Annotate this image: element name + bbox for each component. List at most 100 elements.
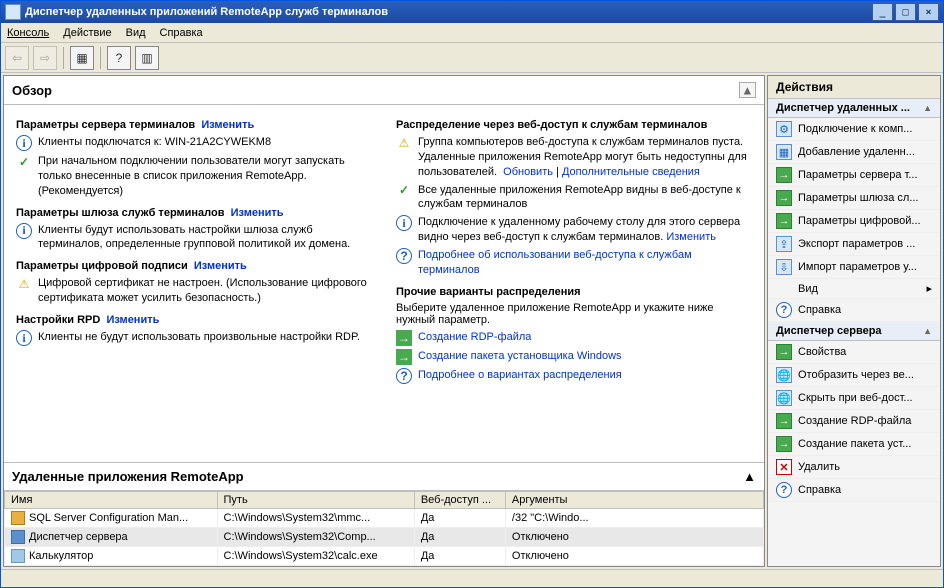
action-create-msi[interactable]: →Создание пакета уст... (768, 433, 940, 456)
action-help[interactable]: ?Справка (768, 299, 940, 322)
create-msi-link[interactable]: Создание пакета установщика Windows (418, 349, 622, 365)
table-row[interactable]: Диспетчер сервера C:\Windows\System32\Co… (5, 528, 764, 547)
table-row[interactable]: SQL Server Configuration Man... C:\Windo… (5, 509, 764, 528)
sig-text: Цифровой сертификат не настроен. (Исполь… (38, 276, 372, 306)
app-icon (11, 511, 25, 525)
help-icon: ? (776, 482, 792, 498)
dist-title: Распределение через веб-доступ к службам… (396, 119, 752, 131)
connect-icon: ⚙ (776, 121, 792, 137)
arrow-icon: → (396, 330, 412, 346)
check-icon: ✓ (16, 154, 32, 170)
more-link[interactable]: Дополнительные сведения (562, 166, 700, 178)
initial-text: При начальном подключении пользователи м… (38, 154, 372, 199)
check-icon: ✓ (396, 183, 412, 199)
help-icon: ? (776, 302, 792, 318)
action-create-rdp[interactable]: →Создание RDP-файла (768, 410, 940, 433)
menu-help[interactable]: Справка (160, 27, 203, 39)
more-dist-link[interactable]: Подробнее о вариантах распределения (418, 368, 622, 384)
action-params-gw[interactable]: →Параметры шлюза сл... (768, 187, 940, 210)
back-button[interactable]: ⇦ (5, 46, 29, 70)
info-icon: i (16, 223, 32, 239)
all-visible-text: Все удаленные приложения RemoteApp видны… (418, 183, 752, 213)
menu-console[interactable]: Консоль (7, 27, 49, 39)
table-row[interactable]: Калькулятор C:\Windows\System32\calc.exe… (5, 547, 764, 566)
arrow-icon: → (776, 213, 792, 229)
rdp-edit[interactable]: Изменить (106, 314, 159, 326)
info-icon: i (396, 215, 412, 231)
action-delete[interactable]: ✕Удалить (768, 456, 940, 479)
action-show-web[interactable]: 🌐Отобразить через ве... (768, 364, 940, 387)
app-icon (11, 530, 25, 544)
arrow-icon: → (776, 190, 792, 206)
warning-icon: ⚠ (16, 276, 32, 292)
action-help2[interactable]: ?Справка (768, 479, 940, 502)
maximize-button[interactable]: □ (895, 3, 916, 21)
help-icon: ? (396, 248, 412, 264)
col-args[interactable]: Аргументы (505, 492, 763, 509)
arrow-icon: → (776, 413, 792, 429)
toolbar: ⇦ ⇨ ▦ ? ▥ (1, 43, 943, 73)
menubar: Консоль Действие Вид Справка (1, 23, 943, 43)
action-params-sig[interactable]: →Параметры цифровой... (768, 210, 940, 233)
forward-button[interactable]: ⇨ (33, 46, 57, 70)
action-export[interactable]: ⇪Экспорт параметров ... (768, 233, 940, 256)
overview-left: Параметры сервера терминалов Изменить iК… (4, 105, 384, 462)
action-connect[interactable]: ⚙Подключение к комп... (768, 118, 940, 141)
refresh-link[interactable]: Обновить (503, 166, 553, 178)
view1-button[interactable]: ▦ (70, 46, 94, 70)
remoteapps-title: Удаленные приложения RemoteApp (12, 469, 244, 484)
delete-icon: ✕ (776, 459, 792, 475)
close-button[interactable]: × (918, 3, 939, 21)
action-add[interactable]: ▦Добавление удаленн... (768, 141, 940, 164)
export-icon: ⇪ (776, 236, 792, 252)
titlebar: Диспетчер удаленных приложений RemoteApp… (1, 1, 943, 23)
menu-action[interactable]: Действие (63, 27, 111, 39)
rdp-title: Настройки RPD (16, 314, 100, 326)
help-web-link[interactable]: Подробнее об использовании веб-доступа к… (418, 248, 752, 278)
remoteapps-table[interactable]: Имя Путь Веб-доступ ... Аргументы SQL Se… (4, 491, 764, 566)
collapse-icon: ▲ (923, 326, 932, 336)
submenu-icon: ▸ (926, 282, 932, 295)
minimize-button[interactable]: _ (872, 3, 893, 21)
arrow-icon: → (776, 344, 792, 360)
help-icon: ? (396, 368, 412, 384)
change-link[interactable]: Изменить (666, 231, 716, 243)
remoteapps-header: Удаленные приложения RemoteApp ▲ (4, 462, 764, 491)
action-import[interactable]: ⇩Импорт параметров у... (768, 256, 940, 279)
help-button[interactable]: ? (107, 46, 131, 70)
col-web[interactable]: Веб-доступ ... (414, 492, 505, 509)
info-icon: i (16, 135, 32, 151)
remoteapps-collapse[interactable]: ▲ (743, 469, 756, 484)
arrow-icon: → (776, 167, 792, 183)
rdp-text: Клиенты не будут использовать произвольн… (38, 330, 360, 346)
actions-group2[interactable]: Диспетчер сервера▲ (768, 322, 940, 341)
col-name[interactable]: Имя (5, 492, 218, 509)
overview-collapse[interactable]: ▲ (739, 82, 756, 98)
actions-group1[interactable]: Диспетчер удаленных ...▲ (768, 99, 940, 118)
view2-button[interactable]: ▥ (135, 46, 159, 70)
params-ts-edit[interactable]: Изменить (201, 119, 254, 131)
col-path[interactable]: Путь (217, 492, 414, 509)
arrow-icon: → (396, 349, 412, 365)
menu-view[interactable]: Вид (126, 27, 146, 39)
other-desc: Выберите удаленное приложение RemoteApp … (396, 302, 752, 326)
separator (100, 47, 101, 69)
collapse-icon: ▲ (923, 103, 932, 113)
action-params-ts[interactable]: →Параметры сервера т... (768, 164, 940, 187)
action-hide-web[interactable]: 🌐Скрыть при веб-дост... (768, 387, 940, 410)
actions-pane: Действия Диспетчер удаленных ...▲ ⚙Подкл… (767, 75, 941, 567)
app-icon (11, 549, 25, 563)
warning-icon: ⚠ (396, 135, 412, 151)
params-sig-edit[interactable]: Изменить (194, 260, 247, 272)
add-icon: ▦ (776, 144, 792, 160)
dist-warn: Группа компьютеров веб-доступа к службам… (418, 135, 752, 180)
arrow-icon: → (776, 436, 792, 452)
params-sig-title: Параметры цифровой подписи (16, 260, 188, 272)
statusbar (1, 569, 943, 587)
create-rdp-link[interactable]: Создание RDP-файла (418, 330, 531, 346)
connect-text: Клиенты подключатся к: WIN-21A2CYWEKM8 (38, 135, 271, 151)
action-view[interactable]: Вид▸ (768, 279, 940, 299)
overview-title: Обзор (12, 83, 52, 98)
action-props[interactable]: →Свойства (768, 341, 940, 364)
params-gw-edit[interactable]: Изменить (231, 207, 284, 219)
